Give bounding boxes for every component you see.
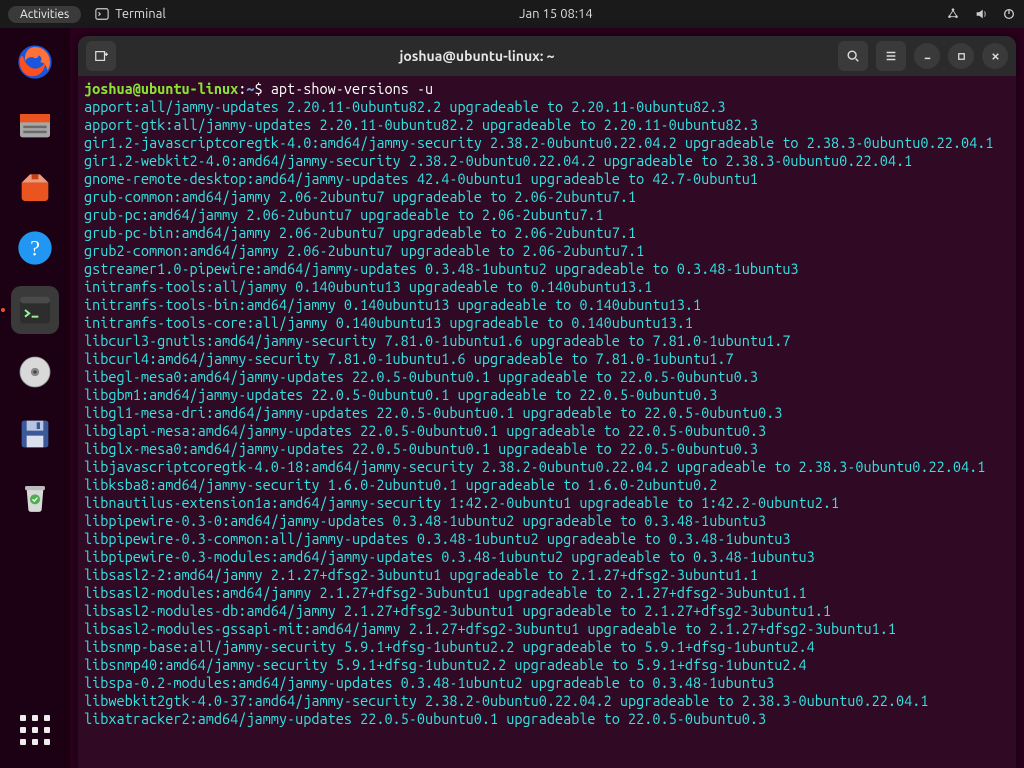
- dock-files[interactable]: [11, 100, 59, 148]
- dock-trash[interactable]: [11, 472, 59, 520]
- network-icon[interactable]: [946, 7, 960, 21]
- dock: ?: [0, 28, 70, 768]
- minimize-button[interactable]: [914, 43, 940, 69]
- top-bar: Activities Terminal Jan 15 08:14: [0, 0, 1024, 28]
- dock-save-icon[interactable]: [11, 410, 59, 458]
- dock-firefox[interactable]: [11, 38, 59, 86]
- power-icon[interactable]: [1002, 7, 1016, 21]
- dock-software[interactable]: [11, 162, 59, 210]
- terminal-icon: [95, 7, 109, 21]
- volume-icon[interactable]: [974, 7, 988, 21]
- maximize-button[interactable]: [948, 43, 974, 69]
- show-applications[interactable]: [11, 706, 59, 754]
- active-app-name: Terminal: [115, 7, 166, 21]
- dock-help[interactable]: ?: [11, 224, 59, 272]
- dock-terminal[interactable]: [11, 286, 59, 334]
- clock[interactable]: Jan 15 08:14: [519, 7, 593, 21]
- search-button[interactable]: [838, 41, 868, 71]
- active-app-indicator[interactable]: Terminal: [95, 7, 166, 21]
- menu-button[interactable]: [876, 41, 906, 71]
- window-title: joshua@ubuntu-linux: ~: [124, 48, 830, 64]
- close-button[interactable]: [982, 43, 1008, 69]
- dock-disk[interactable]: [11, 348, 59, 396]
- titlebar: joshua@ubuntu-linux: ~: [78, 36, 1016, 76]
- activities-button[interactable]: Activities: [8, 6, 81, 23]
- terminal-window: joshua@ubuntu-linux: ~ joshua@ubuntu-lin…: [78, 36, 1016, 768]
- svg-text:?: ?: [30, 237, 40, 261]
- new-tab-button[interactable]: [86, 41, 116, 71]
- terminal-content[interactable]: joshua@ubuntu-linux:~$ apt-show-versions…: [78, 76, 1016, 768]
